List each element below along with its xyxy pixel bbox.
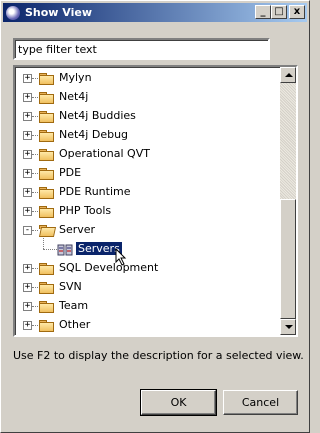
- tree-item-label: Operational QVT: [59, 147, 150, 160]
- tree-item[interactable]: + SQL Development: [15, 259, 280, 278]
- folder-icon: [39, 168, 54, 180]
- tree-item-label: PDE Runtime: [59, 185, 131, 198]
- tree-item-label: Net4j Buddies: [59, 109, 136, 122]
- folder-icon: [39, 111, 54, 123]
- folder-icon: [39, 149, 54, 161]
- folder-icon: [39, 206, 54, 218]
- view-tree[interactable]: + Other + Team + SVN + SQL Development Servers - S…: [13, 65, 298, 337]
- tree-item[interactable]: + Team: [15, 297, 280, 316]
- server-icon: [57, 244, 73, 256]
- folder-icon: [39, 320, 54, 332]
- tree-item[interactable]: + Other: [15, 316, 280, 335]
- tree-connector: [32, 230, 38, 231]
- expand-icon[interactable]: +: [23, 283, 32, 292]
- maximize-button[interactable]: □: [271, 5, 287, 19]
- expand-icon[interactable]: +: [23, 321, 32, 330]
- expand-icon[interactable]: +: [23, 169, 32, 178]
- expand-icon[interactable]: +: [23, 207, 32, 216]
- collapse-icon[interactable]: -: [23, 226, 32, 235]
- folder-icon: [39, 92, 54, 104]
- expand-icon[interactable]: +: [23, 302, 32, 311]
- scroll-up-button[interactable]: [280, 67, 296, 83]
- tree-item[interactable]: + PHP Tools: [15, 202, 280, 221]
- cancel-button[interactable]: Cancel: [223, 390, 298, 415]
- tree-child-item[interactable]: Servers: [15, 236, 280, 266]
- tree-item[interactable]: + Net4j Buddies: [15, 107, 280, 126]
- tree-item[interactable]: + Mylyn: [15, 69, 280, 88]
- folder-icon: [39, 187, 54, 199]
- tree-connector: [32, 135, 38, 136]
- tree-connector: [32, 287, 38, 288]
- vertical-scrollbar[interactable]: [280, 67, 296, 335]
- tree-connector: [32, 78, 38, 79]
- tree-connector: [32, 325, 38, 326]
- arrow-up-icon: [285, 73, 293, 77]
- hint-text: Use F2 to display the description for a …: [13, 349, 304, 362]
- tree-connector: [32, 268, 38, 269]
- title-bar[interactable]: Show View _ □ x: [3, 3, 307, 22]
- folder-icon: [39, 282, 54, 294]
- tree-connector: [32, 211, 38, 212]
- window-controls: _ □ x: [255, 5, 305, 19]
- folder-icon: [39, 301, 54, 313]
- eclipse-icon: [6, 5, 20, 20]
- tree-connector: [32, 306, 38, 307]
- tree-item[interactable]: + Net4j Debug: [15, 126, 280, 145]
- ok-button[interactable]: OK: [140, 389, 217, 416]
- tree-item[interactable]: + Operational QVT: [15, 145, 280, 164]
- mouse-cursor-icon: [115, 248, 127, 266]
- expand-icon[interactable]: +: [23, 150, 32, 159]
- tree-item[interactable]: + PDE Runtime: [15, 183, 280, 202]
- scroll-down-button[interactable]: [280, 319, 296, 335]
- show-view-dialog: Show View _ □ x + Other + Team + SVN + SQL Deve…: [0, 0, 310, 433]
- folder-icon: [39, 73, 54, 85]
- tree-item-label: Mylyn: [59, 71, 92, 84]
- expand-icon[interactable]: +: [23, 188, 32, 197]
- tree-item-label: PHP Tools: [59, 204, 112, 217]
- tree-item[interactable]: - Server: [15, 221, 280, 240]
- scroll-thumb[interactable]: [280, 199, 296, 319]
- arrow-down-icon: [285, 325, 293, 329]
- folder-icon: [39, 263, 54, 275]
- tree-connector: [43, 249, 57, 250]
- tree-item-label: Team: [59, 299, 89, 312]
- tree-connector: [32, 192, 38, 193]
- tree-item-label: SQL Development: [59, 261, 159, 274]
- dialog-title: Show View: [25, 6, 93, 19]
- tree-connector: [32, 97, 38, 98]
- tree-item[interactable]: + Net4j: [15, 88, 280, 107]
- tree-item[interactable]: + PDE: [15, 164, 280, 183]
- expand-icon[interactable]: +: [23, 93, 32, 102]
- folder-open-icon: [39, 225, 54, 236]
- tree-item-label: PDE: [59, 166, 82, 179]
- tree-item-label: Server: [59, 223, 96, 236]
- tree-item-label: Net4j: [59, 90, 89, 103]
- minimize-button[interactable]: _: [255, 5, 271, 19]
- tree-connector: [32, 116, 38, 117]
- expand-icon[interactable]: +: [23, 74, 32, 83]
- close-button[interactable]: x: [289, 5, 305, 19]
- tree-item-label: Other: [59, 318, 91, 331]
- filter-input[interactable]: [13, 38, 270, 60]
- expand-icon[interactable]: +: [23, 264, 32, 273]
- tree-item-label: SVN: [59, 280, 82, 293]
- tree-item[interactable]: + SVN: [15, 278, 280, 297]
- expand-icon[interactable]: +: [23, 112, 32, 121]
- tree-item-label: Net4j Debug: [59, 128, 129, 141]
- tree-connector: [32, 154, 38, 155]
- expand-icon[interactable]: +: [23, 131, 32, 140]
- folder-icon: [39, 130, 54, 142]
- tree-connector: [32, 173, 38, 174]
